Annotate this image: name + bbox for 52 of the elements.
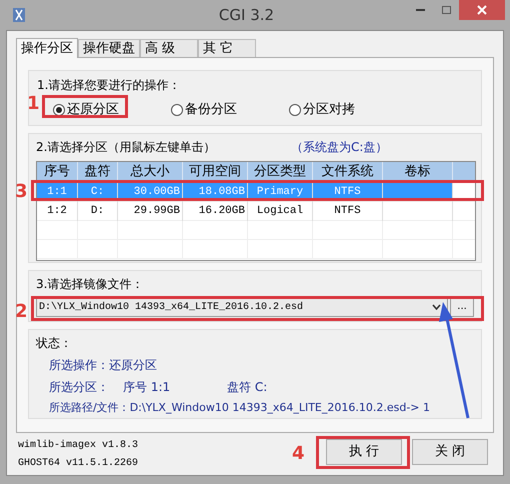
table-cell: 16.20GB: [198, 205, 245, 217]
column-header[interactable]: 序号: [37, 162, 78, 182]
table-cell: 1:1: [47, 186, 67, 198]
table-cell: 30.00GB: [134, 186, 180, 198]
column-header[interactable]: 可用空间: [183, 162, 248, 182]
step-number: 3: [15, 183, 28, 201]
column-header[interactable]: 分区类型: [248, 162, 313, 182]
step-number: 2: [15, 303, 28, 321]
close-icon: [477, 5, 487, 15]
app-icon: [12, 7, 26, 23]
column-header[interactable]: 卷标: [383, 162, 453, 182]
status-text: 盘符 C:: [227, 379, 268, 396]
option-label[interactable]: 还原分区: [67, 100, 119, 120]
radio-button[interactable]: [53, 104, 65, 116]
close-button[interactable]: [459, 0, 505, 20]
status-text: 所选操作：还原分区: [49, 357, 158, 374]
tab[interactable]: 操作分区: [16, 38, 78, 58]
column-header[interactable]: 总大小: [118, 162, 183, 182]
section-label: 1.请选择您要进行的操作：: [37, 77, 182, 94]
step-number: 4: [292, 445, 305, 463]
table-cell: 29.99GB: [134, 205, 180, 217]
table-cell: D:: [90, 205, 104, 217]
tab[interactable]: 高 级: [140, 39, 198, 57]
column-header[interactable]: 盘符: [78, 162, 118, 182]
table-cell: Logical: [256, 205, 304, 217]
window-title: CGI 3.2: [218, 4, 276, 26]
version-text: GHOST64 v11.5.1.2269: [18, 457, 138, 471]
column-header[interactable]: 文件系统: [313, 162, 383, 182]
table-cell: 18.08GB: [198, 186, 245, 198]
action-button[interactable]: 执 行: [326, 439, 402, 465]
status-text: 所选路径/文件：D:\YLX_Window10 14393_x64_LITE_2016.10.2.esd-> 1: [49, 400, 432, 416]
radio-button[interactable]: [289, 104, 301, 116]
option-label[interactable]: 分区对拷: [303, 100, 355, 120]
tab[interactable]: 操作硬盘: [78, 39, 140, 57]
section-label: 2.请选择分区（用鼠标左键单击）: [36, 139, 216, 156]
version-text: wimlib-imagex v1.8.3: [18, 439, 138, 453]
table-cell: NTFS: [334, 186, 361, 198]
radio-button[interactable]: [171, 104, 183, 116]
tab[interactable]: 其 它: [198, 39, 256, 57]
option-label[interactable]: 备份分区: [185, 100, 237, 120]
status-text: 序号 1:1: [123, 379, 172, 396]
table-cell: NTFS: [334, 205, 361, 217]
action-button[interactable]: 关 闭: [412, 439, 488, 465]
table-row[interactable]: 1:2 D: 29.99GB 16.20GB Logical NTFS: [37, 202, 453, 220]
status-text: 所选分区：: [49, 379, 110, 396]
status-label: 状态：: [36, 335, 73, 352]
step-number: 1: [27, 95, 40, 113]
table-cell: Primary: [256, 186, 304, 198]
table-cell: 1:2: [47, 205, 67, 217]
table-cell: C:: [90, 186, 104, 198]
section-label: 3.请选择镜像文件：: [36, 276, 144, 293]
system-disk-note: （系统盘为C:盘）: [291, 139, 388, 156]
